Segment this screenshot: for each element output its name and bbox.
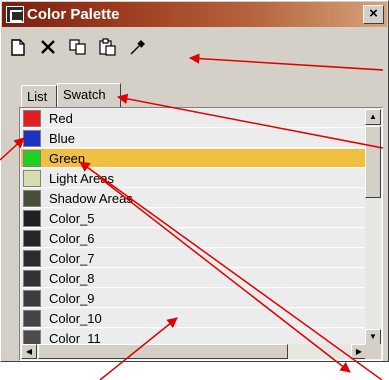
- copy-button[interactable]: [67, 36, 89, 58]
- color-label: Color_8: [49, 270, 95, 286]
- list-item[interactable]: Color_8: [21, 269, 369, 288]
- color-label: Color_5: [49, 210, 95, 226]
- color-swatch[interactable]: [23, 109, 41, 127]
- color-palette-window: Color Palette × List Swatch Red Blue Gre…: [0, 0, 389, 362]
- list-item[interactable]: Color_11: [21, 329, 369, 345]
- close-button[interactable]: ×: [363, 5, 384, 24]
- list-item[interactable]: Green: [21, 149, 369, 168]
- scroll-up-button[interactable]: ▲: [365, 109, 381, 125]
- list-item[interactable]: Shadow Areas: [21, 189, 369, 208]
- color-label: Light Areas: [49, 170, 115, 186]
- new-button[interactable]: [7, 36, 29, 58]
- color-swatch[interactable]: [23, 249, 41, 267]
- horizontal-scroll-thumb[interactable]: [38, 344, 288, 359]
- scroll-left-button[interactable]: ◀: [21, 344, 37, 359]
- copy-icon: [69, 39, 86, 55]
- paste-button[interactable]: [97, 36, 119, 58]
- scroll-down-button[interactable]: ▼: [365, 329, 381, 345]
- color-swatch[interactable]: [23, 269, 41, 287]
- color-label: Shadow Areas: [49, 190, 133, 206]
- color-label: Blue: [49, 130, 76, 146]
- color-swatch[interactable]: [23, 229, 41, 247]
- color-swatch[interactable]: [23, 189, 41, 207]
- color-swatch[interactable]: [23, 149, 41, 167]
- color-swatch[interactable]: [23, 169, 41, 187]
- list-item[interactable]: Color_9: [21, 289, 369, 308]
- color-swatch[interactable]: [23, 289, 41, 307]
- paste-icon: [99, 38, 116, 56]
- vertical-scroll-thumb[interactable]: [365, 126, 381, 198]
- color-label: Color_11: [49, 330, 101, 346]
- horizontal-scrollbar[interactable]: ◀ ▶: [21, 344, 367, 359]
- delete-icon: [41, 40, 55, 54]
- list-item[interactable]: Color_10: [21, 309, 369, 328]
- color-label: Color_6: [49, 230, 95, 246]
- color-label: Color_7: [49, 250, 95, 266]
- color-list[interactable]: Red Blue Green Light Areas Shadow Areas Color…: [19, 107, 383, 361]
- new-icon: [11, 38, 25, 56]
- color-label: Red: [49, 110, 73, 126]
- toolbar: [7, 35, 149, 59]
- color-swatch[interactable]: [23, 309, 41, 327]
- list-item[interactable]: Color_5: [21, 209, 369, 228]
- color-rows: Red Blue Green Light Areas Shadow Areas Color…: [21, 109, 369, 345]
- window-title: Color Palette: [27, 6, 120, 23]
- app-icon: [6, 6, 24, 23]
- eyedropper-icon: [130, 40, 145, 55]
- scrollbar-corner: [365, 344, 381, 359]
- color-swatch[interactable]: [23, 129, 41, 147]
- list-item[interactable]: Red: [21, 109, 369, 128]
- eyedropper-button[interactable]: [127, 36, 149, 58]
- list-item[interactable]: Color_6: [21, 229, 369, 248]
- title-bar[interactable]: Color Palette ×: [2, 2, 387, 27]
- delete-button[interactable]: [37, 36, 59, 58]
- tab-swatch[interactable]: Swatch: [57, 83, 121, 109]
- tab-list[interactable]: List: [21, 85, 57, 109]
- color-swatch[interactable]: [23, 209, 41, 227]
- color-swatch[interactable]: [23, 329, 41, 345]
- color-label: Color_10: [49, 310, 102, 326]
- list-item[interactable]: Blue: [21, 129, 369, 148]
- list-item[interactable]: Color_7: [21, 249, 369, 268]
- color-label: Green: [49, 150, 86, 166]
- list-item[interactable]: Light Areas: [21, 169, 369, 188]
- color-label: Color_9: [49, 290, 95, 306]
- vertical-scrollbar[interactable]: ▲ ▼: [365, 109, 381, 345]
